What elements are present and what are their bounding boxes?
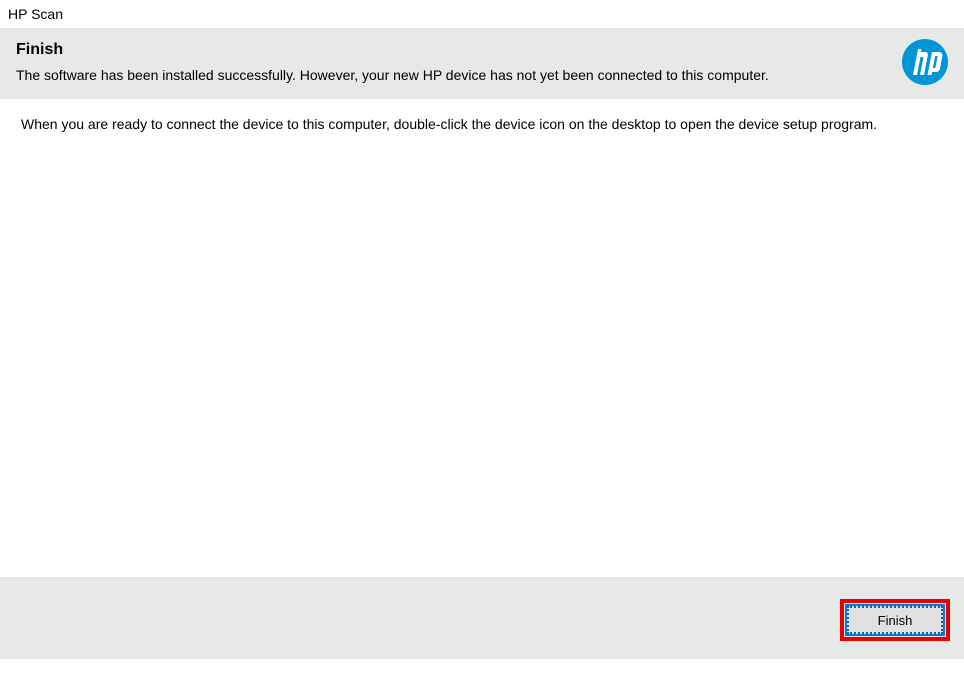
page-subtitle: The software has been installed successf…: [16, 67, 948, 83]
instruction-text: When you are ready to connect the device…: [21, 116, 943, 132]
header-panel: Finish The software has been installed s…: [0, 29, 964, 99]
window-title: HP Scan: [8, 6, 63, 22]
window-titlebar: HP Scan: [0, 0, 964, 29]
content-area: When you are ready to connect the device…: [8, 99, 956, 577]
hp-logo-icon: [902, 39, 948, 85]
finish-button-highlight: Finish: [840, 599, 950, 641]
footer-panel: Finish: [0, 577, 964, 659]
page-title: Finish: [16, 41, 948, 59]
finish-button[interactable]: Finish: [847, 606, 943, 634]
finish-button-label: Finish: [878, 613, 913, 628]
